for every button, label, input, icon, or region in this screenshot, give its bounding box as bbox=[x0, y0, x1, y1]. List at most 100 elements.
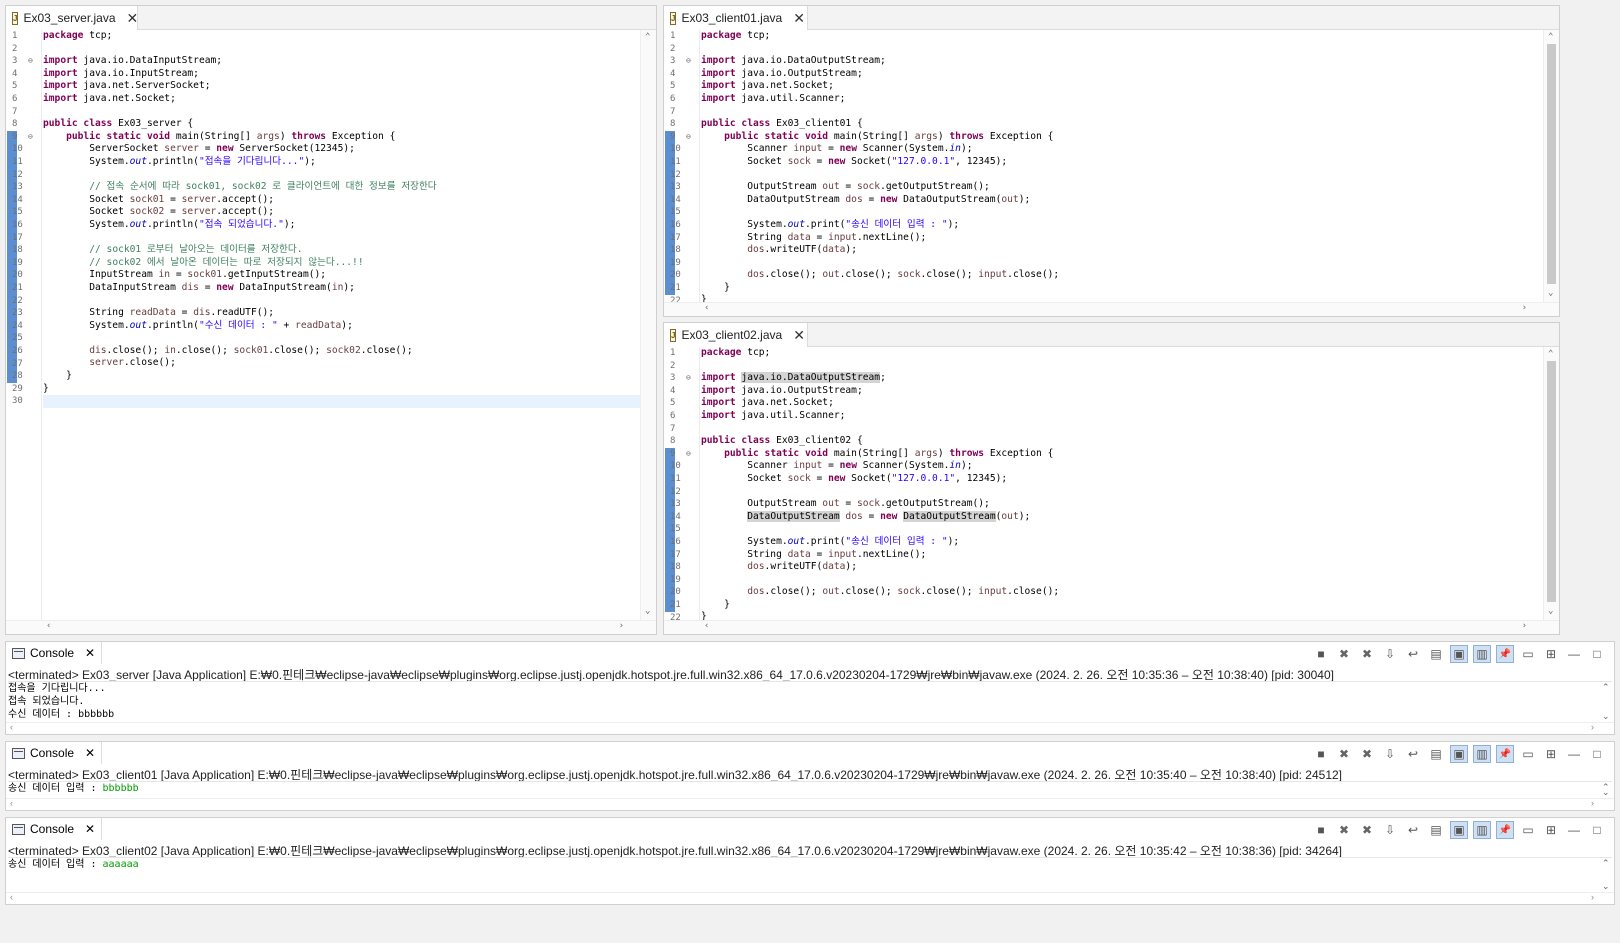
horizontal-scrollbar[interactable]: ‹ › bbox=[6, 722, 1614, 734]
code-line[interactable]: // 접속 순서에 따라 sock01, sock02 로 클라이언트에 대한 … bbox=[43, 181, 640, 194]
minimize-icon[interactable]: — bbox=[1565, 645, 1583, 663]
word-wrap-icon[interactable]: ↩ bbox=[1404, 745, 1422, 763]
scroll-left-icon[interactable]: ‹ bbox=[704, 621, 709, 631]
scroll-down-icon[interactable]: ⌄ bbox=[1602, 711, 1610, 722]
terminate-icon[interactable]: ■ bbox=[1312, 645, 1330, 663]
close-icon[interactable]: ✕ bbox=[127, 11, 139, 25]
fold-collapse-icon[interactable]: ⊖ bbox=[686, 131, 691, 144]
close-icon[interactable]: ✕ bbox=[85, 746, 95, 760]
display-console-icon[interactable]: ▭ bbox=[1519, 821, 1537, 839]
code-line[interactable]: import java.util.Scanner; bbox=[701, 410, 1543, 423]
code-line[interactable]: import java.net.Socket; bbox=[701, 397, 1543, 410]
scroll-down-icon[interactable]: ⌄ bbox=[1602, 881, 1610, 892]
scroll-lock-icon[interactable]: ⇩ bbox=[1381, 745, 1399, 763]
code-line[interactable] bbox=[43, 43, 640, 56]
scroll-up-icon[interactable]: ⌃ bbox=[1602, 858, 1610, 869]
code-line[interactable]: import java.io.OutputStream; bbox=[701, 68, 1543, 81]
code-line[interactable]: } bbox=[43, 383, 640, 396]
show-stderr-icon[interactable]: ▥ bbox=[1473, 745, 1491, 763]
show-stdout-icon[interactable]: ▣ bbox=[1450, 745, 1468, 763]
show-stderr-icon[interactable]: ▥ bbox=[1473, 645, 1491, 663]
fold-collapse-icon[interactable]: ⊖ bbox=[686, 372, 691, 385]
code-text-area[interactable]: package tcp; import java.io.DataInputStre… bbox=[43, 30, 640, 620]
show-on-output-icon[interactable]: ▤ bbox=[1427, 821, 1445, 839]
code-line[interactable]: String readData = dis.readUTF(); bbox=[43, 307, 640, 320]
code-line[interactable] bbox=[701, 106, 1543, 119]
scroll-left-icon[interactable]: ‹ bbox=[10, 722, 13, 732]
console-output[interactable]: 송신 데이터 입력 : aaaaaa bbox=[8, 858, 1596, 871]
scroll-up-icon[interactable]: ⌃ bbox=[1602, 682, 1610, 693]
code-line[interactable]: DataInputStream dis = new DataInputStrea… bbox=[43, 282, 640, 295]
tab-ex03-client02[interactable]: J Ex03_client02.java ✕ bbox=[664, 323, 808, 347]
horizontal-scrollbar[interactable]: ‹ › bbox=[6, 798, 1614, 810]
code-line[interactable] bbox=[43, 232, 640, 245]
tab-console[interactable]: Console ✕ bbox=[6, 818, 103, 840]
horizontal-scrollbar[interactable]: ‹ › bbox=[664, 302, 1559, 316]
fold-collapse-icon[interactable]: ⊖ bbox=[28, 55, 33, 68]
code-line[interactable]: Scanner input = new Scanner(System.in); bbox=[701, 460, 1543, 473]
minimize-icon[interactable]: — bbox=[1565, 745, 1583, 763]
scrollbar-thumb[interactable] bbox=[1547, 44, 1556, 284]
vertical-scrollbar[interactable]: ⌃ ⌄ bbox=[1598, 858, 1614, 892]
show-on-output-icon[interactable]: ▤ bbox=[1427, 745, 1445, 763]
code-line[interactable]: ServerSocket server = new ServerSocket(1… bbox=[43, 143, 640, 156]
code-line[interactable]: public class Ex03_server { bbox=[43, 118, 640, 131]
remove-all-icon[interactable]: ✖ bbox=[1358, 645, 1376, 663]
scroll-left-icon[interactable]: ‹ bbox=[10, 798, 13, 808]
pin-console-icon[interactable]: 📌 bbox=[1496, 645, 1514, 663]
code-line[interactable]: System.out.print("송신 데이터 입력 : "); bbox=[701, 536, 1543, 549]
code-line[interactable]: dis.close(); in.close(); sock01.close();… bbox=[43, 345, 640, 358]
tab-console[interactable]: Console ✕ bbox=[6, 642, 103, 664]
scroll-left-icon[interactable]: ‹ bbox=[10, 892, 13, 902]
code-line[interactable] bbox=[43, 395, 640, 408]
code-line[interactable]: import java.io.DataInputStream; bbox=[43, 55, 640, 68]
close-icon[interactable]: ✕ bbox=[85, 646, 95, 660]
show-on-output-icon[interactable]: ▤ bbox=[1427, 645, 1445, 663]
code-text-area[interactable]: package tcp; import java.io.DataOutputStr… bbox=[701, 347, 1543, 620]
code-line[interactable]: } bbox=[701, 294, 1543, 302]
scroll-up-icon[interactable]: ⌃ bbox=[1548, 32, 1553, 42]
code-line[interactable]: import java.net.ServerSocket; bbox=[43, 80, 640, 93]
code-line[interactable]: Socket sock01 = server.accept(); bbox=[43, 194, 640, 207]
code-line[interactable]: dos.close(); out.close(); sock.close(); … bbox=[701, 269, 1543, 282]
code-line[interactable]: import java.util.Scanner; bbox=[701, 93, 1543, 106]
close-icon[interactable]: ✕ bbox=[793, 11, 805, 25]
code-line[interactable]: public class Ex03_client02 { bbox=[701, 435, 1543, 448]
scroll-up-icon[interactable]: ⌃ bbox=[645, 32, 650, 42]
code-line[interactable]: dos.close(); out.close(); sock.close(); … bbox=[701, 586, 1543, 599]
code-line[interactable] bbox=[43, 294, 640, 307]
code-line[interactable]: public static void main(String[] args) t… bbox=[701, 448, 1543, 461]
minimize-icon[interactable]: — bbox=[1565, 821, 1583, 839]
code-line[interactable]: DataOutputStream dos = new DataOutputStr… bbox=[701, 510, 1543, 524]
code-line[interactable]: DataOutputStream dos = new DataOutputStr… bbox=[701, 194, 1543, 207]
horizontal-scrollbar[interactable]: ‹ › bbox=[6, 620, 656, 634]
pin-console-icon[interactable]: 📌 bbox=[1496, 821, 1514, 839]
code-line[interactable]: System.out.println("수신 데이터 : " + readDat… bbox=[43, 320, 640, 333]
fold-collapse-icon[interactable]: ⊖ bbox=[28, 131, 33, 144]
tab-console[interactable]: Console ✕ bbox=[6, 742, 103, 764]
code-line[interactable]: // sock02 에서 날아온 데이터는 따로 저장되지 않는다...!! bbox=[43, 257, 640, 270]
code-line[interactable]: dos.writeUTF(data); bbox=[701, 561, 1543, 574]
code-line[interactable]: package tcp; bbox=[701, 347, 1543, 360]
word-wrap-icon[interactable]: ↩ bbox=[1404, 645, 1422, 663]
code-line[interactable]: package tcp; bbox=[701, 30, 1543, 43]
remove-launch-icon[interactable]: ✖ bbox=[1335, 745, 1353, 763]
horizontal-scrollbar[interactable]: ‹ › bbox=[664, 620, 1559, 634]
code-line[interactable]: Socket sock = new Socket("127.0.0.1", 12… bbox=[701, 156, 1543, 169]
code-line[interactable] bbox=[701, 423, 1543, 436]
open-console-icon[interactable]: ⊞ bbox=[1542, 745, 1560, 763]
code-line[interactable] bbox=[43, 332, 640, 345]
scroll-right-icon[interactable]: › bbox=[1591, 798, 1594, 808]
code-line[interactable] bbox=[43, 106, 640, 119]
scroll-down-icon[interactable]: ⌄ bbox=[1548, 288, 1553, 298]
maximize-icon[interactable]: □ bbox=[1588, 821, 1606, 839]
scroll-down-icon[interactable]: ⌄ bbox=[1602, 787, 1610, 798]
code-line[interactable]: public class Ex03_client01 { bbox=[701, 118, 1543, 131]
close-icon[interactable]: ✕ bbox=[793, 328, 805, 342]
scroll-left-icon[interactable]: ‹ bbox=[704, 303, 709, 313]
code-line[interactable]: import java.net.Socket; bbox=[701, 80, 1543, 93]
code-line[interactable]: System.out.println("접속 되었습니다."); bbox=[43, 219, 640, 232]
show-stdout-icon[interactable]: ▣ bbox=[1450, 821, 1468, 839]
fold-collapse-icon[interactable]: ⊖ bbox=[686, 448, 691, 461]
scroll-right-icon[interactable]: › bbox=[619, 621, 624, 631]
